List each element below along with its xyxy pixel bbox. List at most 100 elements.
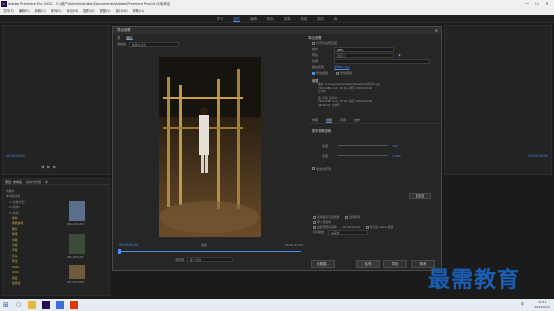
export-sequence-checkbox[interactable] (312, 167, 315, 171)
menu-graphics[interactable]: 图形(G) (83, 8, 94, 15)
summary-block: 输出: C:\Users\Administrator\Desktop\序列01.… (318, 83, 441, 108)
source-range-label: 源范围 (175, 257, 185, 262)
queue-button[interactable]: 队列 (356, 260, 380, 268)
source-range-select[interactable]: 整个序列 (187, 257, 234, 262)
tab-output[interactable]: 输出 (126, 35, 133, 40)
file-explorer-icon[interactable] (28, 301, 36, 309)
preset-label: 预设 (312, 53, 319, 57)
tab-video[interactable]: 视频 (326, 118, 333, 123)
workspace-tab-learn[interactable]: 学习 (217, 15, 224, 22)
menu-edit[interactable]: 编辑(E) (19, 8, 30, 15)
menu-marker[interactable]: 标记(M) (67, 8, 79, 15)
minimize-button[interactable]: — (522, 0, 532, 8)
width-value[interactable]: 720 (392, 144, 398, 148)
windows-start-icon[interactable]: ⊞ (3, 301, 11, 309)
project-tab[interactable]: 项目: 未命名 (5, 179, 22, 184)
basic-video-header: 基本视频设置 (312, 128, 332, 133)
tab-captions[interactable]: 字幕 (340, 118, 346, 123)
workspace-tab-libraries[interactable]: 库 (334, 15, 337, 22)
workspace-tab-color[interactable]: 颜色 (267, 15, 274, 22)
export-settings-dialog: 导出设置 ✕ 源 输出 源缩放 缩放以适合 00;00;00;00 适合 00;… (112, 26, 442, 271)
folder-tree: 收藏夹 本地驱动器 C:(系统分区) D:(软件) E:(资料) 素材 视频素材… (6, 189, 61, 286)
export-audio-checkbox[interactable] (336, 71, 340, 75)
premiere-logo-icon: Pr (1, 1, 7, 7)
use-preview-checkbox[interactable] (345, 215, 349, 219)
media-browser-tab[interactable]: 媒体浏览器 (26, 179, 41, 184)
render-alpha-label: 仅渲染 Alpha 通道 (369, 225, 394, 229)
start-timecode-checkbox[interactable] (313, 225, 316, 229)
media-thumbnail[interactable] (69, 201, 85, 221)
match-source-button[interactable]: 匹配源 (409, 193, 431, 199)
input-language[interactable]: 中 (521, 301, 524, 306)
export-button[interactable]: 导出 (383, 260, 407, 268)
height-slider[interactable] (338, 155, 388, 157)
workspace-tab-effects[interactable]: 效果 (284, 15, 291, 22)
end-timecode: 00;00;12;00 (284, 243, 303, 247)
menu-clip[interactable]: 剪辑(C) (35, 8, 46, 15)
close-window-button[interactable]: ✕ (542, 0, 552, 8)
width-row: 宽度: 720 (322, 143, 441, 149)
project-panel: 项目: 未命名 媒体浏览器 库 收藏夹 本地驱动器 C:(系统分区) D:(软件… (2, 178, 110, 296)
width-label: 宽度: (322, 143, 330, 148)
time-interp-select[interactable]: 帧采样 (328, 230, 369, 235)
app-taskbar-icon[interactable] (56, 301, 64, 309)
dialog-titlebar: 导出设置 ✕ (113, 27, 441, 34)
preview-tabs: 源 输出 (115, 35, 305, 40)
step-forward-icon[interactable]: ▶ (53, 164, 56, 169)
settings-area: 导出设置 与序列设置匹配 格式 JPEG 预设 自定义 ▣ 注释 输出名称 序列… (308, 35, 441, 271)
menu-view[interactable]: 视图(V) (100, 8, 111, 15)
window-titlebar: Pr Adobe Premiere Pro 2020 - C:\用户\Admin… (0, 0, 554, 8)
menu-help[interactable]: 帮助(H) (133, 8, 144, 15)
workspace-tab-graphics[interactable]: 图形 (317, 15, 324, 22)
menu-window[interactable]: 窗口(W) (116, 8, 128, 15)
render-options: 使用最高渲染质量 使用预览 导入项目中 设置开始时间码 00;00;00;00 … (313, 215, 439, 235)
playhead-icon[interactable] (118, 249, 121, 254)
source-transport: ◀ ▶ ▶ (41, 164, 71, 169)
render-alpha-checkbox[interactable] (365, 225, 369, 229)
format-select[interactable]: JPEG (334, 46, 394, 52)
workspace-tab-edit[interactable]: 编辑 (250, 15, 257, 22)
close-icon[interactable]: ✕ (435, 27, 438, 34)
output-name-link[interactable]: 序列01.jpg (334, 65, 349, 69)
save-preset-icon[interactable]: ▣ (398, 53, 401, 57)
export-sequence-label: 导出为序列 (316, 166, 332, 171)
search-icon[interactable]: ○ (16, 301, 24, 309)
tab-publish[interactable]: 发布 (354, 118, 360, 123)
premiere-taskbar-icon[interactable] (42, 301, 50, 309)
settings-tabs: 效果 视频 字幕 发布 (308, 118, 441, 124)
height-value[interactable]: 1,280 (392, 154, 401, 158)
tab-source[interactable]: 源 (117, 35, 120, 40)
max-render-checkbox[interactable] (313, 215, 316, 219)
project-tabs: 项目: 未命名 媒体浏览器 库 (3, 179, 109, 185)
libraries-tab[interactable]: 库 (45, 179, 48, 184)
maximize-button[interactable]: ☐ (532, 0, 542, 8)
program-monitor-panel: 00;00;00;00 (444, 25, 552, 175)
export-video-label: 导出视频 (316, 71, 329, 75)
fit-select[interactable]: 适合 (201, 243, 207, 247)
width-slider[interactable] (338, 145, 388, 147)
menu-file[interactable]: 文件(F) (3, 8, 14, 15)
preset-select[interactable]: 自定义 (334, 52, 394, 58)
tree-item[interactable]: 最终版 (6, 281, 61, 286)
step-back-icon[interactable]: ◀ (41, 164, 44, 169)
metadata-button[interactable]: 元数据... (311, 260, 335, 268)
source-scaling-select[interactable]: 缩放以适合 (129, 41, 180, 47)
timeline-scrubber[interactable] (119, 251, 301, 252)
media-thumbnail[interactable] (69, 234, 85, 254)
match-sequence-label: 与序列设置匹配 (316, 41, 338, 45)
import-project-checkbox[interactable] (313, 220, 316, 224)
media-thumbnail[interactable] (69, 265, 85, 279)
tab-effects[interactable]: 效果 (312, 118, 318, 123)
workspace-tab-assembly[interactable]: 组件 (233, 15, 241, 22)
export-video-checkbox[interactable] (312, 71, 315, 75)
source-monitor-panel: 00;00;00;00 ◀ ▶ ▶ (2, 25, 110, 175)
preview-timeline: 00;00;00;00 适合 00;00;12;00 源范围 整个序列 (115, 243, 305, 269)
match-sequence-checkbox[interactable] (312, 41, 315, 45)
output-name-label: 输出名称 (312, 65, 325, 69)
play-icon[interactable]: ▶ (47, 164, 50, 169)
comments-input[interactable] (334, 58, 430, 64)
taskbar-clock[interactable]: 12:11 2021/5/12 (535, 300, 550, 309)
app-taskbar-icon[interactable] (70, 301, 78, 309)
menu-sequence[interactable]: 序列(S) (51, 8, 62, 15)
workspace-tab-audio[interactable]: 音频 (300, 15, 307, 22)
